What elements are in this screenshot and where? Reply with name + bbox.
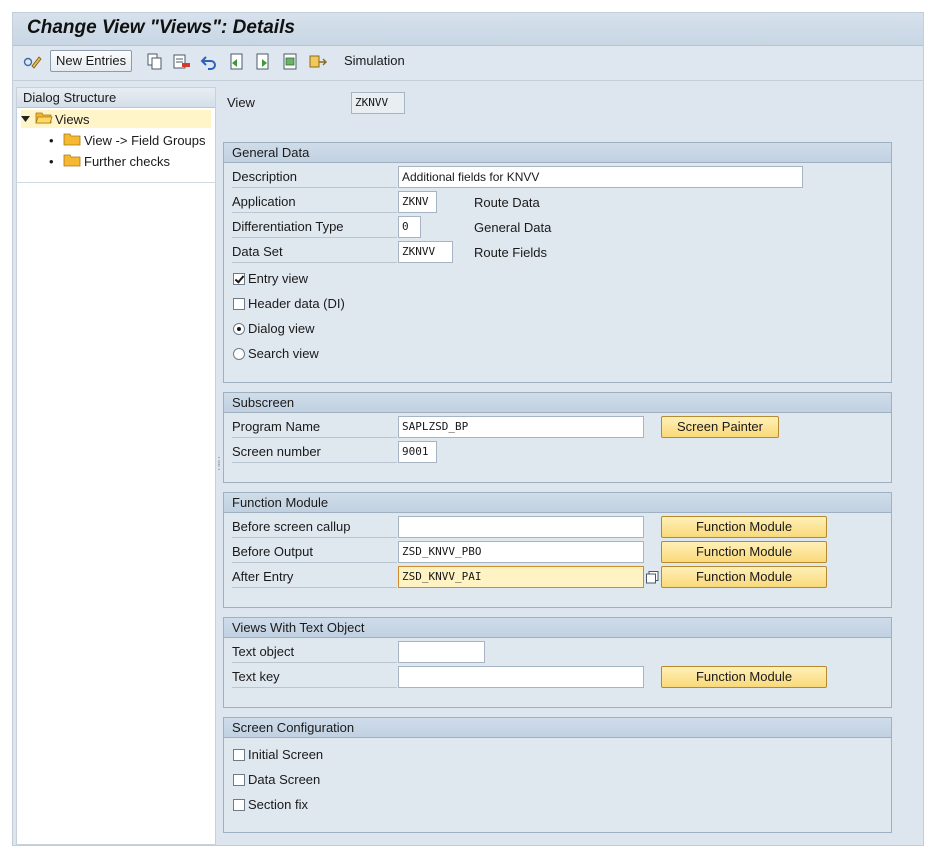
- data-set-text: Route Fields: [474, 245, 547, 260]
- text-object-label: Text object: [232, 641, 397, 663]
- view-label: View: [227, 95, 255, 110]
- radio-selected-icon[interactable]: [233, 322, 245, 335]
- bullet-icon: •: [49, 132, 54, 148]
- screen-configuration-title: Screen Configuration: [224, 718, 891, 738]
- text-key-field[interactable]: [398, 666, 644, 688]
- after-entry-field[interactable]: ZSD_KNVV_PAI: [398, 566, 644, 588]
- tree-divider: [17, 182, 215, 183]
- undo-icon[interactable]: [199, 52, 219, 72]
- tree-node-further-checks[interactable]: • Further checks: [49, 152, 170, 170]
- function-module-button-entry[interactable]: Function Module: [661, 566, 827, 588]
- tree-node-views[interactable]: Views: [21, 110, 211, 128]
- view-field[interactable]: ZKNVV: [351, 92, 405, 114]
- dialog-structure-header: Dialog Structure: [17, 88, 215, 108]
- select-block-icon[interactable]: [280, 52, 300, 72]
- text-object-field[interactable]: [398, 641, 485, 663]
- open-folder-icon: [35, 111, 55, 128]
- checkbox-icon[interactable]: [233, 798, 245, 811]
- section-fix-checkbox[interactable]: Section fix: [233, 797, 308, 812]
- differentiation-type-label: Differentiation Type: [232, 216, 397, 238]
- screen-painter-button[interactable]: Screen Painter: [661, 416, 779, 438]
- search-view-radio[interactable]: Search view: [233, 346, 319, 361]
- delete-icon[interactable]: [172, 52, 192, 72]
- screen-configuration-group: Screen Configuration: [223, 717, 892, 833]
- screen-number-label: Screen number: [232, 441, 397, 463]
- tree-node-label: Further checks: [84, 153, 170, 169]
- data-screen-label: Data Screen: [248, 772, 321, 787]
- function-module-button-text-key[interactable]: Function Module: [661, 666, 827, 688]
- before-screen-callup-field[interactable]: [398, 516, 644, 538]
- checkbox-icon[interactable]: [233, 773, 245, 786]
- simulation-button[interactable]: Simulation: [344, 53, 405, 68]
- sap-window: Change View "Views": Details New Entries: [12, 12, 924, 846]
- application-text: Route Data: [474, 195, 540, 210]
- after-entry-label: After Entry: [232, 566, 397, 588]
- transport-icon[interactable]: [307, 52, 329, 72]
- display-change-icon[interactable]: [22, 52, 44, 72]
- entry-view-label: Entry view: [248, 271, 308, 286]
- tree-node-field-groups[interactable]: • View -> Field Groups: [49, 131, 206, 149]
- previous-entry-icon[interactable]: [226, 52, 246, 72]
- dialog-structure-panel: Dialog Structure Views • View -> Field G…: [16, 87, 216, 845]
- description-field[interactable]: Additional fields for KNVV: [398, 166, 803, 188]
- dialog-view-label: Dialog view: [248, 321, 315, 336]
- window-title: Change View "Views": Details: [27, 17, 295, 38]
- tree-node-label: Views: [55, 111, 90, 127]
- before-output-label: Before Output: [232, 541, 397, 563]
- bullet-icon: •: [49, 153, 54, 169]
- data-set-label: Data Set: [232, 241, 397, 263]
- text-key-label: Text key: [232, 666, 397, 688]
- application-field[interactable]: ZKNV: [398, 191, 437, 213]
- value-help-icon[interactable]: [645, 569, 659, 585]
- folder-icon: [63, 132, 84, 149]
- views-with-text-object-title: Views With Text Object: [224, 618, 891, 638]
- before-screen-callup-label: Before screen callup: [232, 516, 397, 538]
- dialog-view-radio[interactable]: Dialog view: [233, 321, 314, 336]
- function-module-button-callup[interactable]: Function Module: [661, 516, 827, 538]
- section-fix-label: Section fix: [248, 797, 308, 812]
- expand-triangle-icon[interactable]: [21, 112, 35, 127]
- subscreen-title: Subscreen: [224, 393, 891, 413]
- radio-icon[interactable]: [233, 347, 245, 360]
- differentiation-type-text: General Data: [474, 220, 552, 235]
- function-module-title: Function Module: [224, 493, 891, 513]
- initial-screen-label: Initial Screen: [248, 747, 324, 762]
- description-label: Description: [232, 166, 397, 188]
- entry-view-checkbox[interactable]: Entry view: [233, 271, 308, 286]
- search-view-label: Search view: [248, 346, 319, 361]
- before-output-field[interactable]: ZSD_KNVV_PBO: [398, 541, 644, 563]
- program-name-field[interactable]: SAPLZSD_BP: [398, 416, 644, 438]
- screen-number-field[interactable]: 9001: [398, 441, 437, 463]
- general-data-title: General Data: [224, 143, 891, 163]
- data-screen-checkbox[interactable]: Data Screen: [233, 772, 320, 787]
- checkbox-icon[interactable]: [233, 748, 245, 761]
- folder-icon: [63, 153, 84, 170]
- initial-screen-checkbox[interactable]: Initial Screen: [233, 747, 323, 762]
- new-entries-button[interactable]: New Entries: [50, 50, 133, 72]
- differentiation-type-field[interactable]: 0: [398, 216, 421, 238]
- program-name-label: Program Name: [232, 416, 397, 438]
- header-data-checkbox[interactable]: Header data (DI): [233, 296, 345, 311]
- copy-icon[interactable]: [145, 52, 165, 72]
- title-bar: Change View "Views": Details: [13, 13, 923, 46]
- function-module-button-output[interactable]: Function Module: [661, 541, 827, 563]
- application-toolbar: New Entries Simulation: [13, 46, 923, 81]
- checkbox-icon[interactable]: [233, 297, 245, 310]
- tree-node-label: View -> Field Groups: [84, 132, 206, 148]
- next-entry-icon[interactable]: [253, 52, 273, 72]
- application-label: Application: [232, 191, 397, 213]
- checkbox-checked-icon[interactable]: [233, 272, 245, 285]
- header-data-label: Header data (DI): [248, 296, 345, 311]
- data-set-field[interactable]: ZKNVV: [398, 241, 453, 263]
